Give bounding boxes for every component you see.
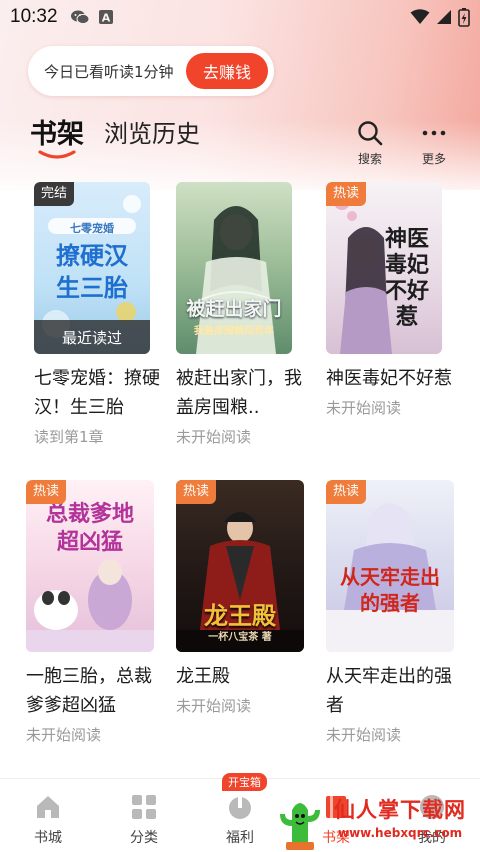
reading-reward-banner[interactable]: 今日已看听读1分钟 去赚钱 <box>28 46 274 96</box>
nav-bookstore-label: 书城 <box>34 830 62 846</box>
book-title[interactable]: 一胞三胎，总裁爹爹超凶猛 <box>26 662 154 720</box>
book-title[interactable]: 从天牢走出的强者 <box>326 662 454 720</box>
book-progress: 未开始阅读 <box>176 428 252 446</box>
cover-title: 被赶出家门 <box>186 298 282 320</box>
cover-title: 总裁爹地 超凶猛 <box>45 501 134 555</box>
signal-icon <box>437 10 451 24</box>
wechat-icon <box>70 10 90 25</box>
book-title[interactable]: 被赶出家门，我盖房囤粮.. <box>176 364 304 422</box>
category-grid-icon <box>132 795 156 819</box>
status-bar: 10:32 A <box>0 0 480 34</box>
book-progress: 未开始阅读 <box>26 726 102 744</box>
cover-subtitle: 一杯八宝茶 著 <box>208 632 272 643</box>
search-label: 搜索 <box>357 152 382 166</box>
book-cover[interactable]: 从天牢走出 的强者 热读 <box>326 480 454 652</box>
treasure-box-badge: 开宝箱 <box>222 773 267 791</box>
recently-read-ribbon: 最近读过 <box>34 320 150 354</box>
book-title[interactable]: 七零宠婚：撩硬汉！生三胎 <box>34 364 162 422</box>
book-title[interactable]: 龙王殿 <box>176 662 304 691</box>
book-card[interactable]: 神医毒妃 不好惹 热读 神医毒妃不好惹 未开始阅读 <box>326 182 466 418</box>
more-label: 更多 <box>421 152 446 166</box>
earn-money-button[interactable]: 去赚钱 <box>186 53 268 89</box>
cover-title: 撩硬汉 生三胎 <box>56 241 128 302</box>
book-cover[interactable]: 总裁爹地 超凶猛 热读 <box>26 480 154 652</box>
status-badge: 热读 <box>176 480 217 504</box>
tab-history[interactable]: 浏览历史 <box>104 114 200 151</box>
book-card[interactable]: 龙王殿 一杯八宝茶 著 热读 龙王殿 未开始阅读 <box>176 480 316 716</box>
watermark-title: 仙人掌下载网 <box>334 798 466 822</box>
book-cover[interactable]: 被赶出家门 我盖房囤粮闯荒年 <box>176 182 292 354</box>
status-badge: 热读 <box>326 480 367 504</box>
search-button[interactable]: 搜索 <box>350 120 390 167</box>
svg-text:A: A <box>101 12 110 25</box>
tab-bookshelf[interactable]: 书架 <box>30 112 84 159</box>
nav-category[interactable]: 分类 <box>96 779 192 852</box>
book-card[interactable]: 七零宠婚 撩硬汉 生三胎 完结 最近读过 七零宠婚：撩硬汉！生三胎 读到第1章 <box>34 182 174 447</box>
home-icon <box>37 796 59 818</box>
shelf-tabs: 书架 浏览历史 <box>30 112 200 159</box>
book-progress: 未开始阅读 <box>326 399 402 417</box>
tab-bookshelf-label: 书架 <box>30 119 84 150</box>
notification-a-icon: A <box>98 10 113 25</box>
status-badge: 完结 <box>34 182 75 206</box>
book-progress: 读到第1章 <box>34 428 104 446</box>
book-title[interactable]: 神医毒妃不好惹 <box>326 364 454 393</box>
status-time: 10:32 <box>10 6 58 27</box>
book-cover[interactable]: 神医毒妃 不好惹 热读 <box>326 182 442 354</box>
nav-welfare-label: 福利 <box>226 830 254 846</box>
cover-subtitle: 七零宠婚 <box>70 222 114 235</box>
more-button[interactable]: 更多 <box>414 120 454 167</box>
cover-title: 龙王殿 <box>204 601 276 630</box>
cover-title: 神医毒妃 不好惹 <box>384 226 429 330</box>
watermark-url: www.hebxqrc.com <box>338 826 463 840</box>
tab-active-indicator <box>38 150 76 159</box>
book-cover[interactable]: 七零宠婚 撩硬汉 生三胎 完结 最近读过 <box>34 182 150 354</box>
cover-title: 从天牢走出 的强者 <box>340 565 440 615</box>
book-card[interactable]: 从天牢走出 的强者 热读 从天牢走出的强者 未开始阅读 <box>326 480 466 745</box>
book-progress: 未开始阅读 <box>176 697 252 715</box>
reading-time-text: 今日已看听读1分钟 <box>44 62 174 81</box>
book-card[interactable]: 总裁爹地 超凶猛 热读 一胞三胎，总裁爹爹超凶猛 未开始阅读 <box>26 480 166 745</box>
gift-icon <box>229 797 251 819</box>
more-icon <box>422 130 446 136</box>
book-card[interactable]: 被赶出家门 我盖房囤粮闯荒年 被赶出家门，我盖房囤粮.. 未开始阅读 <box>176 182 316 447</box>
wifi-icon <box>410 9 430 24</box>
nav-bookstore[interactable]: 书城 <box>0 779 96 852</box>
cactus-logo-icon <box>280 803 320 850</box>
search-icon <box>358 121 383 146</box>
nav-category-label: 分类 <box>130 830 158 846</box>
status-badge: 热读 <box>326 182 367 206</box>
book-cover[interactable]: 龙王殿 一杯八宝茶 著 热读 <box>176 480 304 652</box>
site-watermark: 仙人掌下载网 www.hebxqrc.com <box>268 792 474 850</box>
status-badge: 热读 <box>26 480 67 504</box>
battery-icon <box>458 8 470 27</box>
book-progress: 未开始阅读 <box>326 726 402 744</box>
cover-subtitle: 我盖房囤粮闯荒年 <box>194 326 274 337</box>
